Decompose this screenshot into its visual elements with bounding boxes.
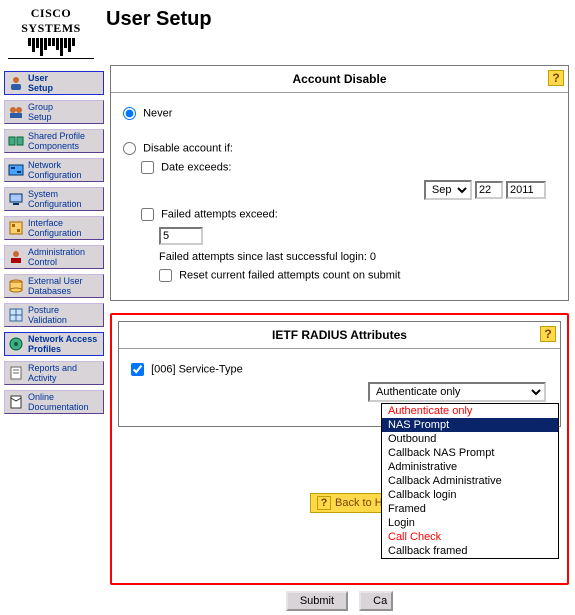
help-icon: ? (317, 496, 331, 510)
dropdown-option[interactable]: NAS Prompt (382, 418, 558, 432)
help-icon[interactable]: ? (540, 326, 556, 342)
dropdown-option[interactable]: Login (382, 516, 558, 530)
database-icon (7, 277, 25, 295)
sidebar-item-system-config[interactable]: SystemConfiguration (4, 187, 104, 211)
failed-exceed-check[interactable] (141, 208, 154, 221)
dropdown-option[interactable]: Callback framed (382, 544, 558, 558)
sidebar-item-posture[interactable]: PostureValidation (4, 303, 104, 327)
never-radio[interactable] (123, 107, 136, 120)
sidebar-item-documentation[interactable]: OnlineDocumentation (4, 390, 104, 414)
reports-icon (7, 364, 25, 382)
sidebar-item-interface-config[interactable]: InterfaceConfiguration (4, 216, 104, 240)
dropdown-option[interactable]: Callback Administrative (382, 474, 558, 488)
cisco-logo: CISCO SYSTEMS (0, 0, 98, 61)
system-icon (7, 190, 25, 208)
service-type-dropdown[interactable]: Authenticate onlyNAS PromptOutboundCallb… (381, 403, 559, 559)
sidebar-item-shared-profile[interactable]: Shared ProfileComponents (4, 129, 104, 153)
group-icon (7, 103, 25, 121)
day-input[interactable] (475, 181, 503, 199)
main-content: Account Disable ? Never Disable account … (108, 61, 575, 615)
sidebar-item-admin-control[interactable]: AdministrationControl (4, 245, 104, 269)
sidebar-item-label: Reports andActivity (28, 363, 77, 383)
dropdown-option[interactable]: Outbound (382, 432, 558, 446)
panel-title: Account Disable (292, 72, 386, 86)
sidebar-item-label: OnlineDocumentation (28, 392, 89, 412)
reset-label: Reset current failed attempts count on s… (179, 269, 400, 281)
sidebar-item-user-setup[interactable]: UserSetup (4, 71, 104, 95)
sidebar-item-reports[interactable]: Reports andActivity (4, 361, 104, 385)
sidebar-item-label: PostureValidation (28, 305, 67, 325)
posture-icon (7, 306, 25, 324)
sidebar-item-network-config[interactable]: NetworkConfiguration (4, 158, 104, 182)
date-exceeds-label: Date exceeds: (161, 161, 231, 173)
interface-icon (7, 219, 25, 237)
sidebar-item-label: Shared ProfileComponents (28, 131, 85, 151)
never-label: Never (143, 107, 172, 119)
sidebar-item-label: SystemConfiguration (28, 189, 82, 209)
account-disable-panel: Account Disable ? Never Disable account … (110, 65, 569, 301)
profile-icon (7, 132, 25, 150)
user-icon (7, 74, 25, 92)
date-exceeds-check[interactable] (141, 161, 154, 174)
sidebar-item-external-db[interactable]: External UserDatabases (4, 274, 104, 298)
sidebar-item-label: InterfaceConfiguration (28, 218, 82, 238)
service-type-select[interactable]: Authenticate only (368, 382, 546, 402)
year-input[interactable] (506, 181, 546, 199)
dropdown-option[interactable]: Callback login (382, 488, 558, 502)
dropdown-option[interactable]: Authenticate only (382, 404, 558, 418)
dropdown-option[interactable]: Administrative (382, 460, 558, 474)
radius-highlight: IETF RADIUS Attributes ? [006] Service-T… (110, 313, 569, 585)
sidebar-item-label: NetworkConfiguration (28, 160, 82, 180)
sidebar: UserSetup GroupSetup Shared ProfileCompo… (0, 61, 108, 423)
service-type-label: [006] Service-Type (151, 363, 243, 375)
sidebar-item-label: AdministrationControl (28, 247, 85, 267)
since-last-label: Failed attempts since last successful lo… (159, 251, 556, 263)
service-type-check[interactable] (131, 363, 144, 376)
sidebar-item-label: External UserDatabases (28, 276, 83, 296)
disable-if-radio[interactable] (123, 142, 136, 155)
sidebar-item-label: UserSetup (28, 73, 53, 93)
admin-icon (7, 248, 25, 266)
month-select[interactable]: Sep (424, 180, 472, 200)
help-icon[interactable]: ? (548, 70, 564, 86)
submit-button[interactable]: Submit (286, 591, 348, 611)
access-icon (7, 335, 25, 353)
failed-exceed-label: Failed attempts exceed: (161, 208, 278, 220)
panel-title: IETF RADIUS Attributes (272, 328, 407, 342)
fail-count-input[interactable] (159, 227, 203, 245)
page-title: User Setup (98, 0, 212, 31)
sidebar-item-group-setup[interactable]: GroupSetup (4, 100, 104, 124)
reset-check[interactable] (159, 269, 172, 282)
disable-if-label: Disable account if: (143, 142, 233, 154)
sidebar-item-label: Network AccessProfiles (28, 334, 97, 354)
network-icon (7, 161, 25, 179)
sidebar-item-network-access[interactable]: Network AccessProfiles (4, 332, 104, 356)
dropdown-option[interactable]: Call Check (382, 530, 558, 544)
dropdown-option[interactable]: Callback NAS Prompt (382, 446, 558, 460)
dropdown-option[interactable]: Framed (382, 502, 558, 516)
cancel-button[interactable]: Ca (359, 591, 393, 611)
sidebar-item-label: GroupSetup (28, 102, 53, 122)
logo-text: CISCO SYSTEMS (8, 6, 94, 36)
doc-icon (7, 393, 25, 411)
